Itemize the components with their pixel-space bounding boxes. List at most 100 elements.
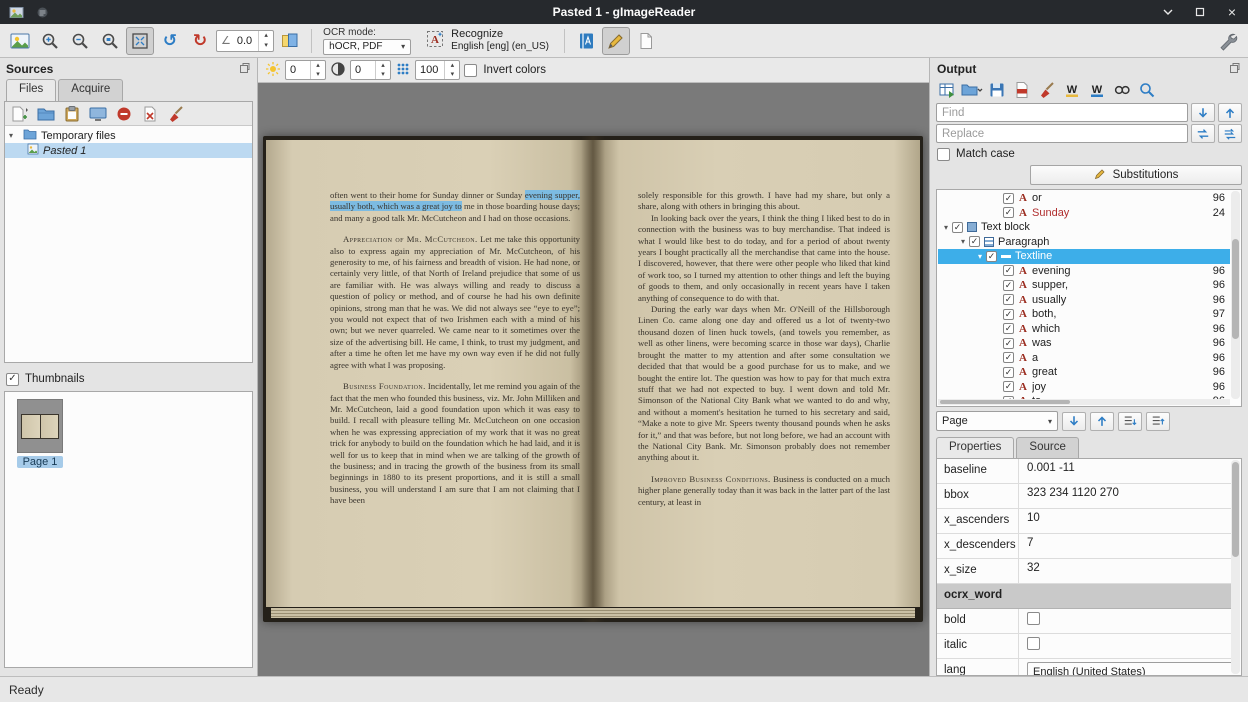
detach-panel-icon[interactable]	[1229, 62, 1241, 77]
titlebar[interactable]: Pasted 1 - gImageReader ×	[0, 0, 1248, 24]
next-item-button[interactable]	[1062, 412, 1086, 431]
delete-file-button[interactable]	[138, 104, 161, 124]
export-output-button[interactable]	[935, 80, 958, 100]
expander-icon[interactable]: ▾	[974, 252, 986, 261]
match-case-checkbox[interactable]	[937, 148, 950, 161]
expand-all-button[interactable]	[1118, 412, 1142, 431]
output-tree[interactable]: ✓Aor96✓ASunday24▾✓Text block▾✓Paragraph▾…	[938, 191, 1230, 399]
remove-source-button[interactable]	[112, 104, 135, 124]
tree-item-checkbox[interactable]: ✓	[986, 251, 997, 262]
tab-acquire[interactable]: Acquire	[58, 79, 123, 101]
add-images-button[interactable]	[8, 104, 31, 124]
tree-item-checkbox[interactable]: ✓	[1003, 193, 1014, 204]
substitutions-button[interactable]: Substitutions	[1030, 165, 1242, 185]
replace-all-button[interactable]	[1218, 124, 1242, 143]
scrollbar-thumb[interactable]	[1232, 239, 1239, 339]
zoom-out-button[interactable]	[66, 27, 94, 55]
output-tree-item[interactable]: ✓Awhich96	[938, 322, 1230, 337]
property-checkbox[interactable]	[1027, 637, 1040, 650]
property-checkbox[interactable]	[1027, 612, 1040, 625]
tree-item-checkbox[interactable]: ✓	[1003, 265, 1014, 276]
thumbnails-checkbox[interactable]: ✓	[6, 373, 19, 386]
detach-panel-icon[interactable]	[239, 62, 251, 77]
find-next-button[interactable]	[1191, 103, 1215, 122]
output-tree-item[interactable]: ✓Agreat96	[938, 365, 1230, 380]
preview-toggle-button[interactable]	[1110, 80, 1133, 100]
tree-vertical-scrollbar[interactable]	[1231, 191, 1240, 399]
expander-icon[interactable]: ▾	[9, 131, 19, 140]
rotate-mode-button[interactable]	[276, 27, 304, 55]
page-thumbnail[interactable]	[17, 399, 63, 453]
find-in-output-button[interactable]	[1135, 80, 1158, 100]
export-pdf-button[interactable]	[1010, 80, 1033, 100]
new-page-button[interactable]	[632, 27, 660, 55]
resolution-spinbox[interactable]: 100 ▴▾	[415, 60, 460, 80]
ocr-mode-combo[interactable]: hOCR, PDF ▾	[323, 39, 411, 55]
open-hocr-button[interactable]	[960, 80, 983, 100]
replace-input[interactable]	[936, 124, 1188, 143]
output-tree-item[interactable]: ✓Ajoy96	[938, 380, 1230, 395]
scrollbar-thumb[interactable]	[1232, 462, 1239, 557]
tree-item-checkbox[interactable]: ✓	[952, 222, 963, 233]
spin-down-button[interactable]: ▾	[445, 70, 459, 79]
language-combo[interactable]: English (United States)▾	[1027, 662, 1231, 675]
zoom-fit-button[interactable]	[126, 27, 154, 55]
scanned-document-image[interactable]: often went to their home for Sunday dinn…	[263, 136, 923, 622]
tab-files[interactable]: Files	[6, 79, 56, 101]
expander-icon[interactable]: ▾	[957, 237, 969, 246]
properties-scrollbar[interactable]	[1231, 460, 1240, 674]
settings-button[interactable]	[1214, 27, 1242, 55]
rotation-spinbox[interactable]: ∠ 0.0 ▴ ▾	[216, 30, 274, 52]
expander-icon[interactable]: ▾	[940, 223, 952, 232]
tree-item-checkbox[interactable]: ✓	[1003, 352, 1014, 363]
window-menu-icon[interactable]	[34, 4, 50, 20]
file-tree-item-row[interactable]: Pasted 1	[5, 143, 252, 158]
screenshot-button[interactable]	[86, 104, 109, 124]
spin-up-button[interactable]: ▴	[376, 61, 390, 70]
open-folder-button[interactable]	[34, 104, 57, 124]
output-tree-item[interactable]: ▾✓Textline	[938, 249, 1230, 264]
output-tree-item[interactable]: ✓Ausually96	[938, 293, 1230, 308]
output-tree-item[interactable]: ✓Aor96	[938, 191, 1230, 206]
highlight-confidence-button[interactable]: W	[1060, 80, 1083, 100]
thumbnail-caption[interactable]: Page 1	[17, 456, 63, 468]
close-button[interactable]: ×	[1224, 4, 1240, 20]
tree-item-checkbox[interactable]: ✓	[1003, 338, 1014, 349]
tab-properties[interactable]: Properties	[936, 437, 1014, 459]
image-canvas[interactable]: often went to their home for Sunday dinn…	[258, 83, 929, 676]
find-input[interactable]	[936, 103, 1188, 122]
tree-item-checkbox[interactable]: ✓	[1003, 294, 1014, 305]
minimize-button[interactable]	[1160, 4, 1176, 20]
contrast-spinbox[interactable]: 0 ▴▾	[350, 60, 391, 80]
output-tree-item[interactable]: ✓Awas96	[938, 336, 1230, 351]
replace-button[interactable]	[1191, 124, 1215, 143]
zoom-original-button[interactable]	[96, 27, 124, 55]
tree-item-checkbox[interactable]: ✓	[1003, 207, 1014, 218]
tree-item-checkbox[interactable]: ✓	[969, 236, 980, 247]
collapse-all-button[interactable]	[1146, 412, 1170, 431]
recognize-button[interactable]: A Recognize English [eng] (en_US)	[417, 26, 557, 56]
tree-horizontal-scrollbar[interactable]	[938, 399, 1230, 405]
output-tree-item[interactable]: ✓Aboth,97	[938, 307, 1230, 322]
dictionary-button[interactable]	[572, 27, 600, 55]
spin-down-button[interactable]: ▾	[259, 41, 273, 51]
output-tree-item[interactable]: ▾✓Text block	[938, 220, 1230, 235]
output-tree-item[interactable]: ▾✓Paragraph	[938, 235, 1230, 250]
previous-item-button[interactable]	[1090, 412, 1114, 431]
tree-item-checkbox[interactable]: ✓	[1003, 280, 1014, 291]
maximize-button[interactable]	[1192, 4, 1208, 20]
output-tree-item[interactable]: ✓Aevening96	[938, 264, 1230, 279]
edit-mode-button[interactable]	[602, 27, 630, 55]
thumbnails-area[interactable]: Page 1	[4, 391, 253, 668]
tree-item-checkbox[interactable]: ✓	[1003, 323, 1014, 334]
file-tree-folder-row[interactable]: ▾ Temporary files	[5, 128, 252, 143]
clear-output-button[interactable]	[1035, 80, 1058, 100]
spin-down-button[interactable]: ▾	[311, 70, 325, 79]
word-confidence-button[interactable]: W	[1085, 80, 1108, 100]
rotate-right-button[interactable]: ↻	[186, 27, 214, 55]
spin-up-button[interactable]: ▴	[445, 61, 459, 70]
tree-item-checkbox[interactable]: ✓	[1003, 367, 1014, 378]
invert-colors-checkbox[interactable]	[464, 64, 477, 77]
tree-item-checkbox[interactable]: ✓	[1003, 381, 1014, 392]
paste-image-button[interactable]	[60, 104, 83, 124]
